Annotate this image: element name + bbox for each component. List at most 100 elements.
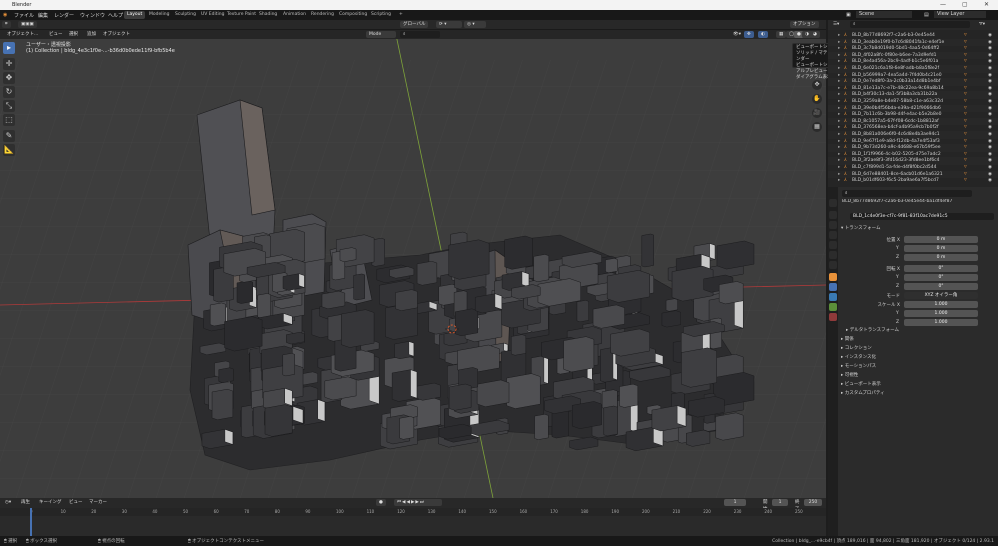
instancing-panel[interactable]: ▸ インスタンス化 (841, 354, 876, 360)
scale-y-field[interactable]: 1.000 (904, 310, 978, 317)
scale-z-field[interactable]: 1.000 (904, 319, 978, 326)
scale-x-field[interactable]: 1.000 (904, 301, 978, 308)
transform-tool-icon[interactable]: ⬚ (3, 114, 15, 126)
location-z-field[interactable]: 0 m (904, 254, 978, 261)
rotate-tool-icon[interactable]: ↻ (3, 86, 15, 98)
motion-paths-panel[interactable]: ▸ モーションパス (841, 363, 876, 369)
menu-window[interactable]: ウィンドウ (80, 12, 105, 19)
view-layer-tab-icon[interactable] (829, 231, 837, 239)
outliner-row[interactable]: ▸ ⅄ BLD_b01df603-f6c5-2ba9ae6a7f5bcd7 ▿ ◉ (828, 177, 998, 185)
outliner-editor-icon[interactable]: ☰▾ (830, 21, 842, 28)
tab-compositing[interactable]: Compositing (336, 11, 370, 19)
select-mode-icons[interactable]: ▣▣▣ (18, 21, 37, 28)
menu-select[interactable]: 選択 (66, 31, 81, 38)
gizmo-toggle-icon[interactable]: ✥ (744, 31, 754, 38)
viewport-display-panel[interactable]: ▸ ビューポート表示 (841, 381, 881, 387)
material-tab-icon[interactable] (829, 313, 837, 321)
transform-panel-header[interactable]: ▾ トランスフォーム (841, 225, 880, 231)
tool-tab-icon[interactable] (829, 199, 837, 207)
visibility-panel[interactable]: ▸ 可視性 (841, 372, 858, 378)
camera-view-icon[interactable]: 🎥 (812, 108, 822, 118)
playhead[interactable] (30, 508, 32, 536)
3d-viewport[interactable] (0, 30, 826, 498)
blender-logo-icon[interactable]: ◉ (3, 12, 7, 18)
close-button[interactable]: ✕ (984, 1, 989, 8)
start-frame-field[interactable]: 1 (772, 499, 788, 506)
object-mode-dropdown[interactable]: オブジェクト... (4, 31, 41, 38)
menu-file[interactable]: ファイル (14, 12, 34, 19)
visibility-icon[interactable]: 👁▾ (730, 31, 744, 38)
menu-help[interactable]: ヘルプ (108, 12, 123, 19)
custom-properties-panel[interactable]: ▸ カスタムプロパティ (841, 390, 885, 396)
render-tab-icon[interactable] (829, 211, 837, 219)
timeline-editor-icon[interactable]: ◷▾ (2, 499, 14, 506)
mode-dropdown[interactable]: Mode (366, 31, 396, 38)
scene-tab-icon[interactable] (829, 241, 837, 249)
menu-add[interactable]: 追加 (84, 31, 99, 38)
tab-rendering[interactable]: Rendering (308, 11, 337, 19)
rotation-mode-dropdown[interactable]: XYZ オイラー角 (904, 292, 978, 299)
outliner-search-input[interactable]: ⌕ (850, 21, 970, 28)
select-box-tool-icon[interactable]: ▸ (3, 42, 15, 54)
snap-icon[interactable]: ⟳ ▾ (436, 21, 462, 28)
current-frame-field[interactable]: 1 (724, 499, 746, 506)
view-layer-selector[interactable]: View Layer (934, 11, 986, 18)
output-tab-icon[interactable] (829, 221, 837, 229)
outliner-item-name[interactable]: BLD_b01df603-f6c5-2ba9ae6a7f5bcd7 (852, 177, 960, 185)
timeline-menu-marker[interactable]: マーカー (86, 499, 110, 506)
visibility-eye-icon[interactable]: ◉ (988, 177, 992, 185)
physics-tab-icon[interactable] (829, 293, 837, 301)
timeline-menu-keying[interactable]: キーイング (36, 499, 65, 506)
measure-tool-icon[interactable]: 📐 (3, 144, 15, 156)
constraint-tab-icon[interactable] (829, 303, 837, 311)
xray-toggle-icon[interactable]: ▦ (776, 31, 787, 38)
object-tab-icon[interactable] (829, 273, 837, 281)
modifier-tab-icon[interactable] (829, 283, 837, 291)
collections-panel[interactable]: ▸ コレクション (841, 345, 872, 351)
overlay-toggle-icon[interactable]: ◐ (758, 31, 768, 38)
record-button[interactable]: ● (376, 499, 386, 506)
relations-panel[interactable]: ▸ 関係 (841, 336, 854, 342)
maximize-button[interactable]: ▢ (962, 1, 968, 8)
expand-arrow-icon[interactable]: ▸ (838, 177, 840, 185)
hand-view-icon[interactable]: ✋ (812, 94, 822, 104)
timeline-area[interactable]: 0102030405060708090100110120130140150160… (0, 508, 826, 536)
collection-tab-icon[interactable] (829, 261, 837, 269)
timeline-menu-view[interactable]: ビュー (66, 499, 86, 506)
timeline-menu-playback[interactable]: 再生 (18, 499, 33, 506)
delta-transform-panel[interactable]: ▸ デルタトランスフォーム (846, 327, 899, 333)
props-search-input[interactable]: ⌕ (842, 190, 972, 197)
annotate-tool-icon[interactable]: ✎ (3, 130, 15, 142)
minimize-button[interactable]: — (940, 1, 946, 8)
modifier-icon[interactable]: ▿ (964, 177, 967, 185)
menu-view[interactable]: ビュー (46, 31, 66, 38)
menu-edit[interactable]: 編集 (38, 12, 48, 19)
editor-type-icon[interactable]: ⌗ (2, 21, 11, 28)
end-frame-field[interactable]: 250 (804, 499, 822, 506)
cursor-tool-icon[interactable]: ✛ (3, 58, 15, 70)
tab-modeling[interactable]: Modeling (146, 11, 172, 19)
tab-shading[interactable]: Shading (256, 11, 280, 19)
tab-sculpting[interactable]: Sculpting (172, 11, 199, 19)
orientation-dropdown[interactable]: グローバル (400, 21, 429, 28)
viewport-search-input[interactable]: ⌕ (400, 31, 440, 38)
rendered-shading-icon[interactable]: ◕ (810, 31, 820, 38)
options-dropdown[interactable]: オプション (790, 21, 819, 28)
add-workspace-button[interactable]: + (396, 11, 406, 19)
filter-icon[interactable]: ⛛▾ (976, 21, 988, 28)
scale-tool-icon[interactable]: ⤡ (3, 100, 15, 112)
tab-animation[interactable]: Animation (280, 11, 309, 19)
tab-layout[interactable]: Layout (124, 11, 146, 19)
move-tool-icon[interactable]: ✥ (3, 72, 15, 84)
rotation-z-field[interactable]: 0° (904, 283, 978, 290)
rotation-x-field[interactable]: 0° (904, 265, 978, 272)
rotation-y-field[interactable]: 0° (904, 274, 978, 281)
menu-object[interactable]: オブジェクト (100, 31, 133, 38)
tab-texture-paint[interactable]: Texture Paint (224, 11, 259, 19)
playback-controls[interactable]: ⏮◀◀▶▶⏭ (394, 499, 442, 506)
ortho-toggle-icon[interactable]: ▦ (812, 122, 822, 132)
pan-view-icon[interactable]: ✥ (812, 80, 822, 90)
location-y-field[interactable]: 0 m (904, 245, 978, 252)
location-x-field[interactable]: 0 m (904, 236, 978, 243)
tab-scripting[interactable]: Scripting (368, 11, 394, 19)
